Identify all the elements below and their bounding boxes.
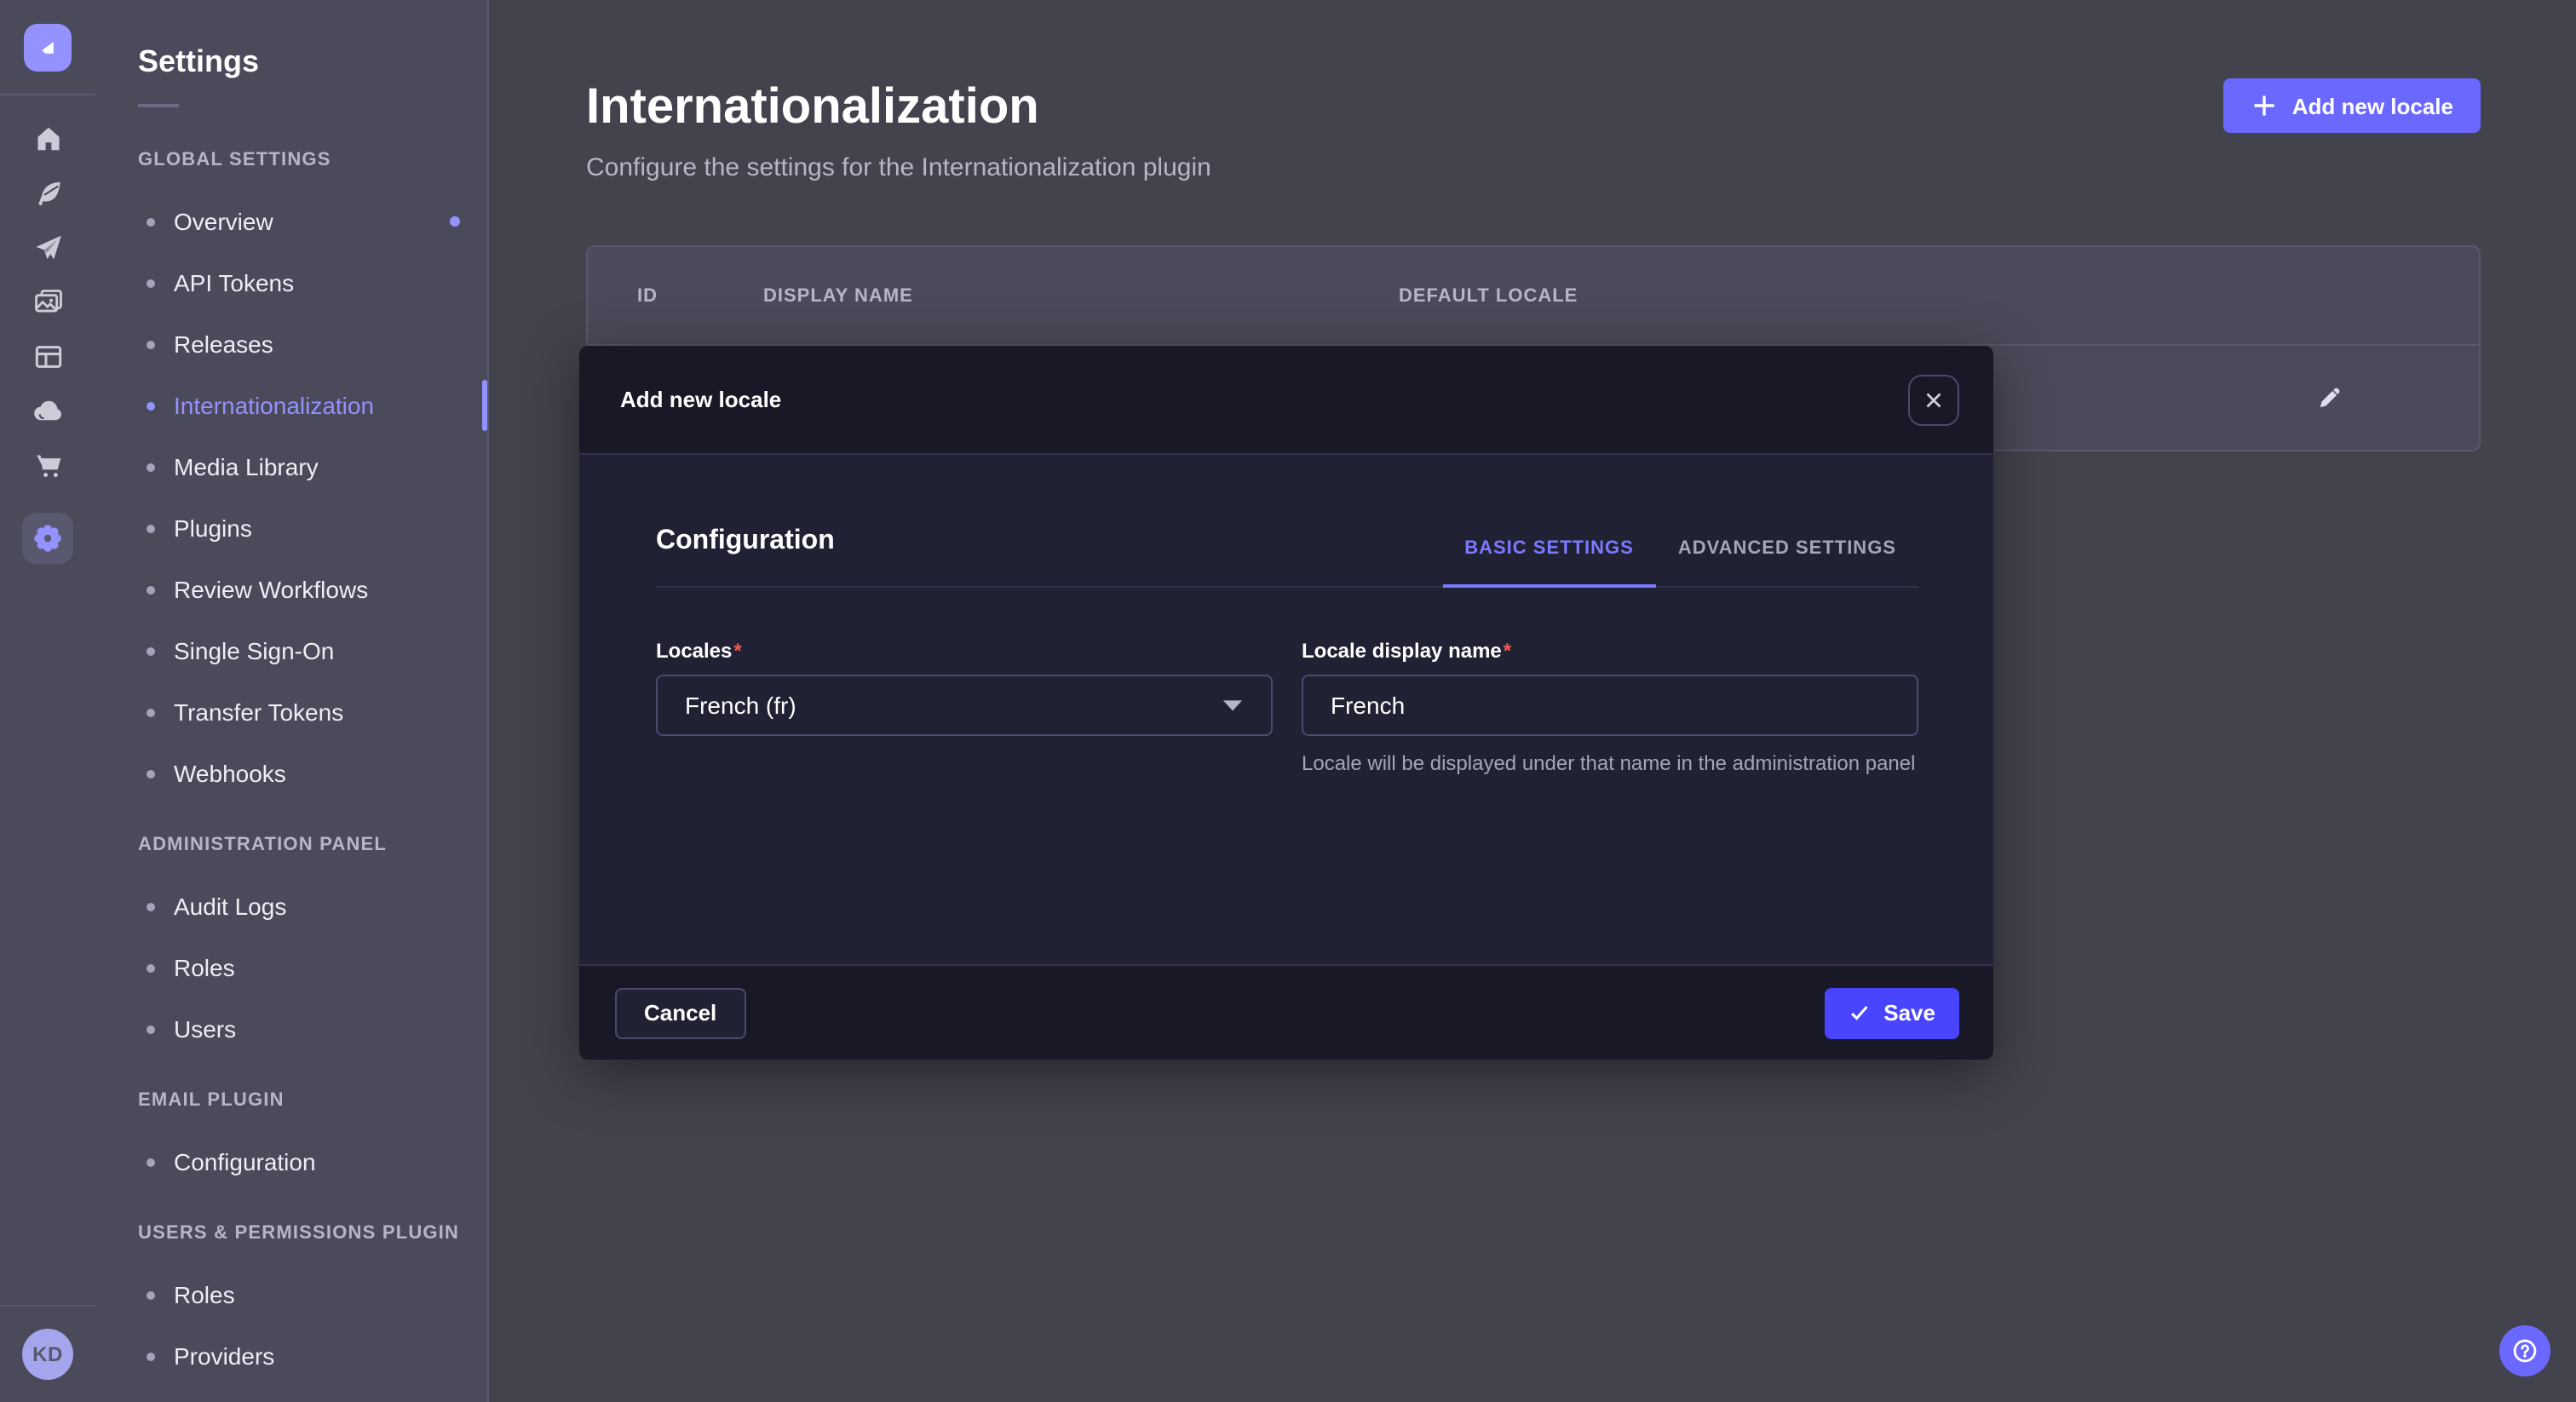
locales-label-text: Locales [656,639,732,663]
configuration-title: Configuration [656,526,835,586]
save-button[interactable]: Save [1824,987,1959,1038]
tab-basic-settings[interactable]: BASIC SETTINGS [1442,538,1656,586]
close-x-icon [1923,389,1944,410]
display-name-input[interactable] [1302,675,1918,736]
save-button-label: Save [1883,1000,1935,1026]
display-name-field: Locale display name* Locale will be disp… [1302,639,1918,779]
chevron-down-icon [1222,698,1244,712]
modal-footer: Cancel Save [579,964,1993,1060]
modal-title: Add new locale [620,387,781,412]
close-modal-button[interactable] [1908,374,1959,425]
app-window: KD Settings GLOBAL SETTINGS Overview [0,0,2576,1402]
locales-field: Locales* French (fr) [656,639,1273,779]
modal-body: Configuration BASIC SETTINGS ADVANCED SE… [579,455,1993,964]
cancel-button[interactable]: Cancel [615,987,745,1038]
modal-header: Add new locale [579,346,1993,455]
display-name-hint: Locale will be displayed under that name… [1302,750,1918,779]
tab-advanced-settings[interactable]: ADVANCED SETTINGS [1656,538,1918,586]
locales-label: Locales* [656,639,1273,663]
add-locale-modal: Add new locale Configuration BASIC SETTI… [579,346,1993,1060]
settings-tabs: BASIC SETTINGS ADVANCED SETTINGS [1442,538,1918,586]
display-name-label-text: Locale display name [1302,639,1502,663]
check-icon [1848,1002,1870,1024]
configuration-header: Configuration BASIC SETTINGS ADVANCED SE… [656,526,1918,588]
display-name-label: Locale display name* [1302,639,1918,663]
required-asterisk: * [733,639,741,663]
locales-select[interactable]: French (fr) [656,675,1273,736]
form-fields: Locales* French (fr) Locale display name… [656,639,1918,779]
locales-select-value: French (fr) [685,692,796,719]
required-asterisk: * [1504,639,1511,663]
